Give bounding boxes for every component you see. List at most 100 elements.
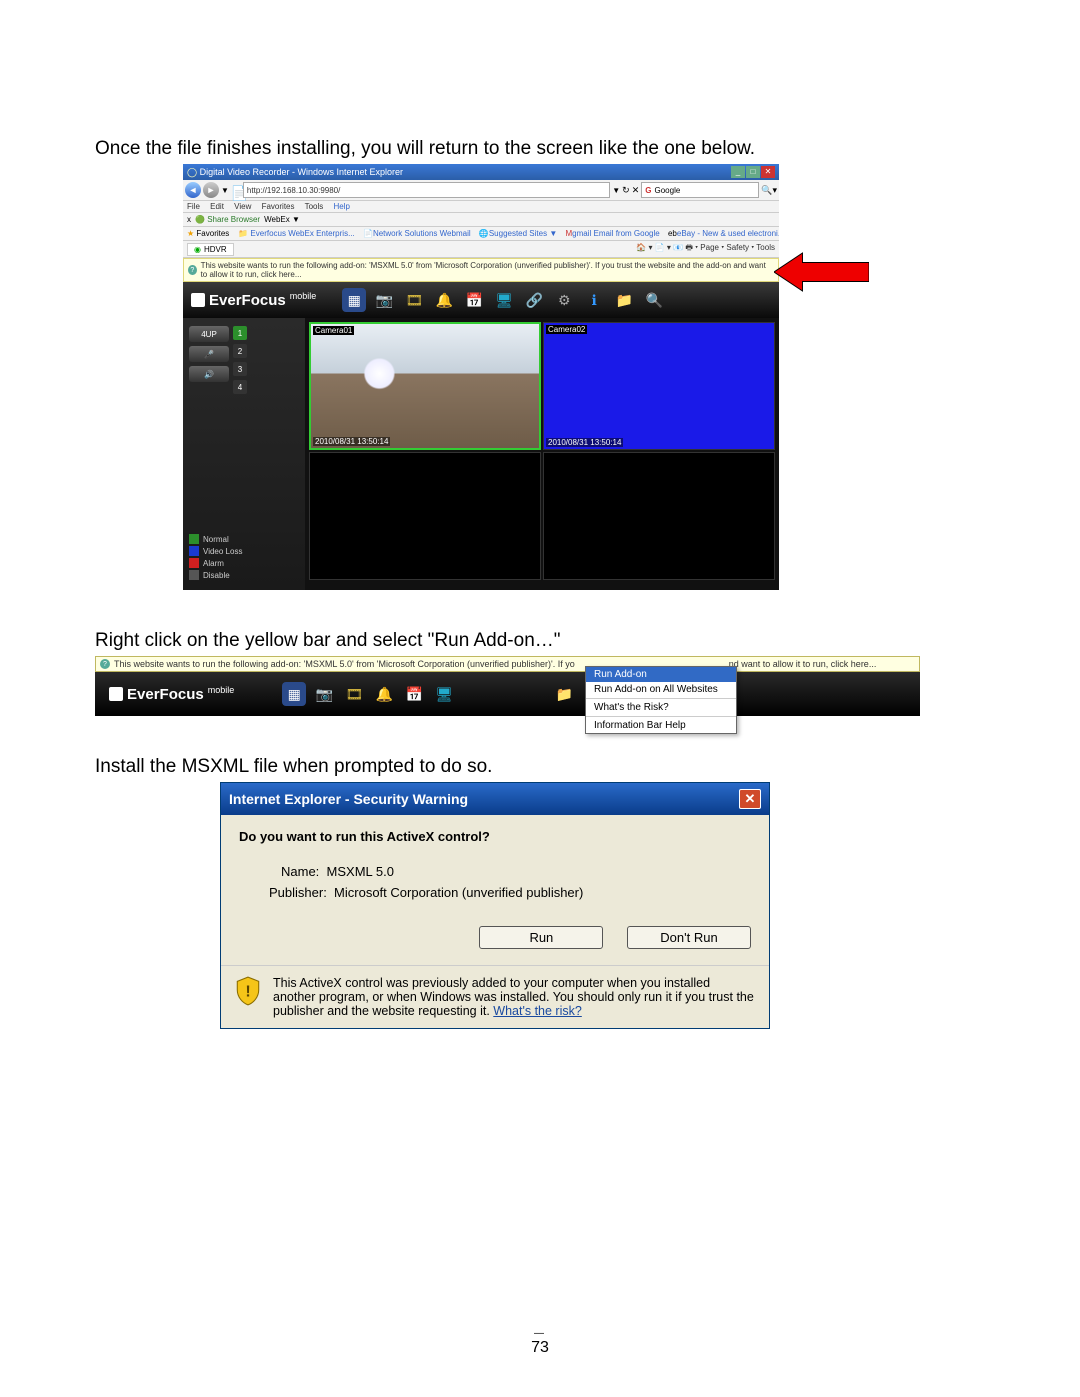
menu-help[interactable]: Help: [334, 202, 350, 211]
stop-icon[interactable]: ✕: [632, 185, 640, 196]
schedule-icon[interactable]: 📅: [402, 682, 426, 706]
bell-icon[interactable]: 🔔: [372, 682, 396, 706]
grid-icon[interactable]: ▦: [342, 288, 366, 312]
monitor-icon[interactable]: 🖥: [432, 682, 456, 706]
channel-4-button[interactable]: 4: [233, 380, 247, 394]
name-value: MSXML 5.0: [327, 864, 394, 879]
menu-tools[interactable]: Tools: [305, 202, 324, 211]
audio-button[interactable]: 🔊: [189, 366, 229, 382]
menu-favorites[interactable]: Favorites: [262, 202, 295, 211]
legend-videoloss-swatch: [189, 546, 199, 556]
info-icon: ?: [188, 265, 197, 275]
ie-nav-bar: ◄ ► ▼ 📄 http://192.168.10.30:9980/ ▼ ↻ ✕…: [183, 180, 779, 201]
search-go-icon[interactable]: 🔍▾: [761, 185, 777, 196]
menu-view[interactable]: View: [234, 202, 251, 211]
menu-edit[interactable]: Edit: [210, 202, 224, 211]
camera-4-tile[interactable]: [543, 452, 775, 580]
archive-icon[interactable]: 📁: [552, 682, 576, 706]
network-icon[interactable]: 🔗: [522, 288, 546, 312]
svg-text:!: !: [245, 982, 250, 1000]
information-bar[interactable]: ? This website wants to run the followin…: [183, 258, 779, 282]
schedule-icon[interactable]: 📅: [462, 288, 486, 312]
dont-run-button[interactable]: Don't Run: [627, 926, 751, 949]
forward-button[interactable]: ►: [203, 182, 219, 198]
channel-3-button[interactable]: 3: [233, 362, 247, 376]
status-legend: Normal Video Loss Alarm Disable: [189, 534, 299, 580]
publisher-label: Publisher:: [269, 885, 327, 900]
screenshot-2: ? This website wants to run the followin…: [95, 656, 920, 716]
dialog-titlebar: Internet Explorer - Security Warning ✕: [221, 783, 769, 815]
dialog-title: Internet Explorer - Security Warning: [229, 791, 468, 807]
context-menu[interactable]: Run Add-on Run Add-on on All Websites Wh…: [585, 666, 737, 734]
dvr-toolbar-icons[interactable]: ▦ 📷 🎞 🔔 📅 🖥 ⚙ ⚙ ⚙ 📁 🔍: [282, 682, 606, 706]
menu-run-addon[interactable]: Run Add-on: [586, 667, 736, 682]
logo-icon: [191, 293, 205, 307]
camera-3-tile[interactable]: [309, 452, 541, 580]
camera-icon[interactable]: 📷: [312, 682, 336, 706]
camera-2-tile[interactable]: Camera02 2010/08/31 13:50:14: [543, 322, 775, 450]
menu-whats-risk[interactable]: What's the Risk?: [586, 700, 736, 715]
camera-1-label: Camera01: [313, 326, 354, 335]
fav-link-3[interactable]: gmail Email from Google: [572, 229, 660, 238]
dvr-sidebar: 4UP 🎤 🔊 1 2 3 4 Normal Video: [183, 318, 305, 590]
minimize-button[interactable]: _: [731, 166, 745, 178]
information-bar-2[interactable]: ? This website wants to run the followin…: [95, 656, 920, 672]
playback-icon[interactable]: 🎞: [402, 288, 426, 312]
fav-link-0[interactable]: Everfocus WebEx Enterpris...: [250, 229, 354, 238]
everfocus-logo: EverFocusmobile: [109, 686, 234, 703]
legend-alarm-swatch: [189, 558, 199, 568]
window-buttons[interactable]: _ □ ✕: [731, 166, 775, 178]
refresh-icon[interactable]: ↻: [622, 185, 630, 196]
favorites-star-icon[interactable]: ★: [187, 229, 194, 238]
address-bar[interactable]: http://192.168.10.30:9980/: [243, 182, 610, 198]
command-bar[interactable]: 🏠 ▾ 📄 ▾ 📧 🖶 ▾ Page ▾ Safety ▾ Tools: [636, 242, 775, 256]
ie-window-titlebar: ◯ Digital Video Recorder - Windows Inter…: [183, 164, 779, 180]
webex-button[interactable]: WebEx ▼: [264, 215, 300, 224]
paragraph-3: Install the MSXML file when prompted to …: [95, 756, 985, 778]
window-title: ◯ Digital Video Recorder - Windows Inter…: [187, 167, 403, 178]
dialog-close-button[interactable]: ✕: [739, 789, 761, 809]
camera-1-tile[interactable]: Camera01 2010/08/31 13:50:14: [309, 322, 541, 450]
dialog-footer-text: This ActiveX control was previously adde…: [273, 976, 755, 1018]
fav-link-2[interactable]: Suggested Sites ▼: [489, 229, 557, 238]
menu-infobar-help[interactable]: Information Bar Help: [586, 718, 736, 733]
settings-icon[interactable]: ⚙: [552, 288, 576, 312]
dvr-toolbar-icons[interactable]: ▦ 📷 🎞 🔔 📅 🖥 🔗 ⚙ ℹ 📁 🔍: [342, 288, 666, 312]
grid-icon[interactable]: ▦: [282, 682, 306, 706]
camera-1-video: [311, 324, 539, 448]
camera-1-timestamp: 2010/08/31 13:50:14: [313, 437, 390, 446]
paragraph-1: Once the file finishes installing, you w…: [95, 138, 985, 160]
run-button[interactable]: Run: [479, 926, 603, 949]
dialog-body: Do you want to run this ActiveX control?…: [221, 815, 769, 965]
nav-dropdown[interactable]: ▼: [221, 186, 229, 195]
bell-icon[interactable]: 🔔: [432, 288, 456, 312]
addr-dropdown[interactable]: ▼: [612, 186, 620, 195]
share-close-button[interactable]: x: [187, 215, 191, 224]
ie-menu-bar[interactable]: File Edit View Favorites Tools Help: [183, 201, 779, 213]
menu-run-addon-all[interactable]: Run Add-on on All Websites: [586, 682, 736, 697]
back-button[interactable]: ◄: [185, 182, 201, 198]
camera-2-label: Camera02: [546, 325, 587, 334]
search-box[interactable]: GGoogle: [641, 182, 759, 198]
whats-the-risk-link[interactable]: What's the risk?: [493, 1004, 582, 1018]
fav-link-1[interactable]: Network Solutions Webmail: [373, 229, 471, 238]
menu-file[interactable]: File: [187, 202, 200, 211]
channel-1-button[interactable]: 1: [233, 326, 247, 340]
archive-icon[interactable]: 📁: [612, 288, 636, 312]
search-icon[interactable]: 🔍: [642, 288, 666, 312]
maximize-button[interactable]: □: [746, 166, 760, 178]
layout-4up-button[interactable]: 4UP: [189, 326, 229, 342]
info-icon[interactable]: ℹ: [582, 288, 606, 312]
tab-hdvr[interactable]: ◉HDVR: [187, 243, 234, 256]
channel-2-button[interactable]: 2: [233, 344, 247, 358]
dialog-footer: ! This ActiveX control was previously ad…: [221, 965, 769, 1028]
share-browser-button[interactable]: 🟢 Share Browser: [195, 215, 260, 224]
camera-icon[interactable]: 📷: [372, 288, 396, 312]
monitor-icon[interactable]: 🖥: [492, 288, 516, 312]
playback-icon[interactable]: 🎞: [342, 682, 366, 706]
fav-link-4[interactable]: eBay - New & used electroni...: [677, 229, 779, 238]
close-button[interactable]: ✕: [761, 166, 775, 178]
dvr-webclient: EverFocusmobile ▦ 📷 🎞 🔔 📅 🖥 🔗 ⚙ ℹ 📁 🔍: [183, 282, 779, 590]
fav-icon-2: 🌐: [479, 229, 489, 238]
mic-button[interactable]: 🎤: [189, 346, 229, 362]
